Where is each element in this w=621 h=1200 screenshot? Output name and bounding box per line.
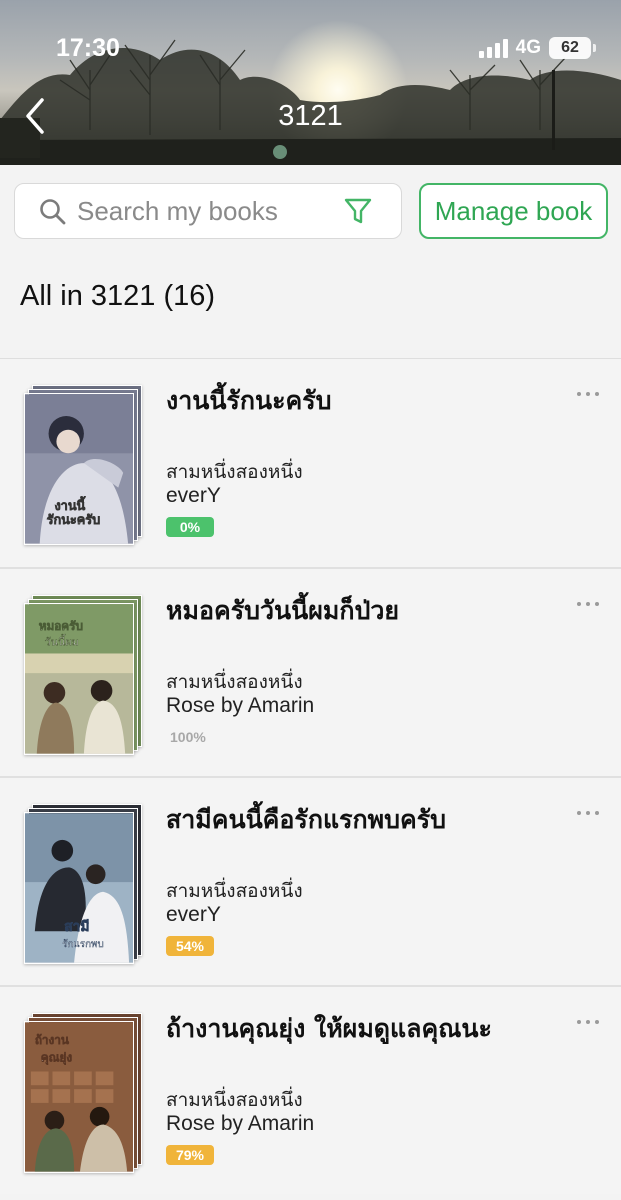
more-options-icon[interactable]: [573, 387, 603, 401]
more-options-icon[interactable]: [573, 1015, 603, 1029]
book-cover[interactable]: หมอครับ วันนี้ผม: [24, 595, 142, 755]
book-list-item[interactable]: หมอครับ วันนี้ผม หมอครับวันนี้ผมก็ป่วย ส…: [0, 567, 621, 776]
book-author: สามหนึ่งสองหนึ่ง: [166, 1089, 303, 1111]
book-title: ถ้างานคุณยุ่ง ให้ผมดูแลคุณนะ: [166, 1014, 492, 1043]
cellular-signal-icon: [478, 38, 508, 58]
book-cover-1: งานนี้ รักนะครับ: [24, 393, 134, 545]
battery-level: 62: [561, 39, 579, 56]
book-list: งานนี้ รักนะครับ งานนี้รักนะครับ สามหนึ่…: [0, 358, 621, 1194]
book-list-item[interactable]: งานนี้ รักนะครับ งานนี้รักนะครับ สามหนึ่…: [0, 358, 621, 567]
svg-text:รักแรกพบ: รักแรกพบ: [62, 939, 103, 950]
section-title: All in 3121 (16): [20, 280, 216, 312]
svg-text:คุณยุ่ง: คุณยุ่ง: [41, 1051, 73, 1066]
status-time: 17:30: [56, 34, 120, 62]
book-title: สามีคนนี้คือรักแรกพบครับ: [166, 805, 447, 834]
progress-badge: 54%: [166, 936, 214, 956]
book-publisher: everY: [166, 484, 221, 507]
book-publisher: Rose by Amarin: [166, 1112, 315, 1135]
page-title: 3121: [278, 100, 343, 132]
book-cover[interactable]: ถ้างาน คุณยุ่ง: [24, 1013, 142, 1173]
search-input[interactable]: [77, 194, 337, 228]
svg-text:หมอครับ: หมอครับ: [39, 619, 83, 633]
header-background-image: [0, 20, 621, 165]
book-cover[interactable]: งานนี้ รักนะครับ: [24, 385, 142, 545]
book-cover-2: หมอครับ วันนี้ผม: [24, 603, 134, 755]
book-publisher: Rose by Amarin: [166, 694, 315, 717]
progress-badge: 0%: [166, 517, 214, 537]
book-cover-3: สามี รักแรกพบ: [24, 812, 134, 964]
search-bar[interactable]: [14, 183, 402, 239]
status-indicators: 4G 62: [478, 37, 596, 59]
book-publisher: everY: [166, 903, 221, 926]
svg-text:ถ้างาน: ถ้างาน: [35, 1033, 70, 1047]
network-type: 4G: [515, 37, 541, 58]
book-author: สามหนึ่งสองหนึ่ง: [166, 880, 303, 902]
svg-text:รักนะครับ: รักนะครับ: [47, 513, 101, 528]
svg-text:งานนี้: งานนี้: [54, 496, 85, 514]
book-title: หมอครับวันนี้ผมก็ป่วย: [166, 596, 400, 625]
book-cover-4: ถ้างาน คุณยุ่ง: [24, 1021, 134, 1173]
more-options-icon[interactable]: [573, 597, 603, 611]
progress-badge: 79%: [166, 1145, 214, 1165]
manage-book-button[interactable]: Manage book: [419, 183, 608, 239]
svg-text:วันนี้ผม: วันนี้ผม: [45, 634, 79, 649]
book-list-item[interactable]: ถ้างาน คุณยุ่ง ถ้างานคุณยุ่ง ให้ผมดูแลคุ…: [0, 985, 621, 1194]
book-cover[interactable]: สามี รักแรกพบ: [24, 804, 142, 964]
book-author: สามหนึ่งสองหนึ่ง: [166, 461, 303, 483]
svg-text:สามี: สามี: [64, 919, 89, 935]
battery-icon: 62: [549, 37, 596, 59]
filter-icon[interactable]: [343, 196, 373, 226]
header-banner: 17:30 4G 62 3121: [0, 0, 621, 165]
book-author: สามหนึ่งสองหนึ่ง: [166, 671, 303, 693]
book-list-item[interactable]: สามี รักแรกพบ สามีคนนี้คือรักแรกพบครับ ส…: [0, 776, 621, 985]
progress-badge: 100%: [170, 729, 206, 745]
search-icon: [40, 199, 66, 225]
book-title: งานนี้รักนะครับ: [166, 386, 332, 415]
more-options-icon[interactable]: [573, 806, 603, 820]
